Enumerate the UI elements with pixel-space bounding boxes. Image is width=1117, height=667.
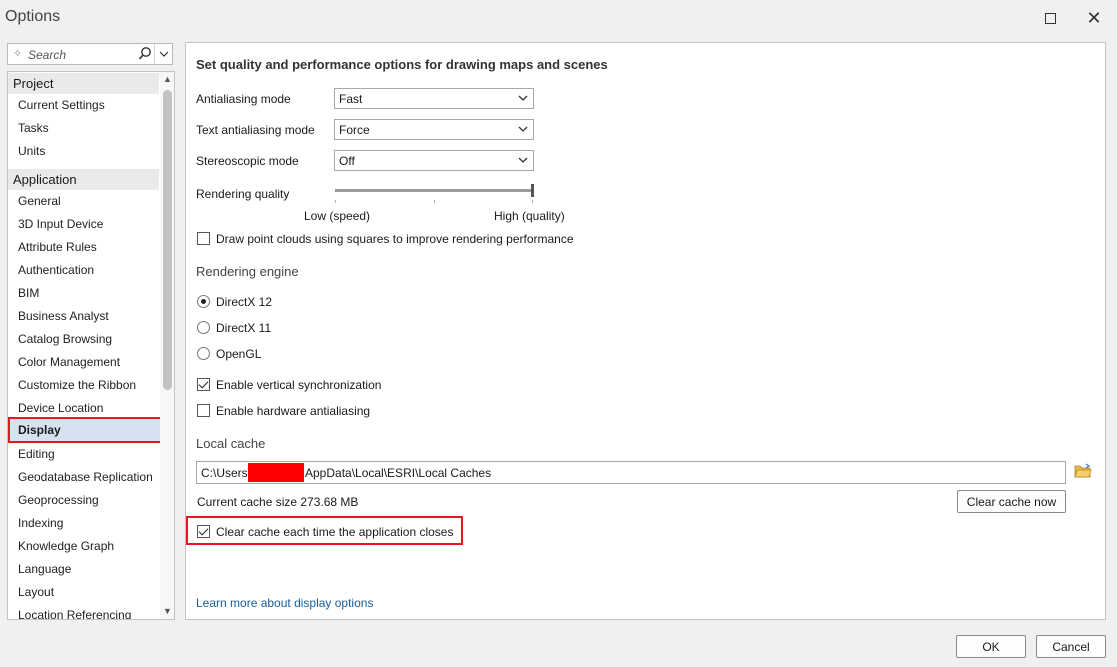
cache-path-input[interactable]: C:\Users\ AppData\Local\ESRI\Local Cache… xyxy=(196,461,1066,484)
nav-item-location-referencing[interactable]: Location Referencing xyxy=(18,608,131,619)
nav-item-device-location[interactable]: Device Location xyxy=(18,401,103,415)
search-dropdown-button[interactable] xyxy=(154,44,173,64)
search-icon[interactable] xyxy=(138,46,152,62)
cancel-button[interactable]: Cancel xyxy=(1036,635,1106,658)
nav-item-current-settings[interactable]: Current Settings xyxy=(18,98,105,112)
slider-tick xyxy=(532,200,533,203)
text-antialiasing-label: Text antialiasing mode xyxy=(196,123,315,137)
hardware-aa-checkbox[interactable] xyxy=(197,404,210,417)
rendering-quality-slider-thumb[interactable] xyxy=(531,184,534,197)
nav-item-general[interactable]: General xyxy=(18,194,61,208)
vsync-checkbox[interactable] xyxy=(197,378,210,391)
nav-item-geodatabase-replication[interactable]: Geodatabase Replication xyxy=(18,470,153,484)
nav-item-geoprocessing[interactable]: Geoprocessing xyxy=(18,493,99,507)
nav-item-tasks[interactable]: Tasks xyxy=(18,121,49,135)
search-input[interactable]: ✧ Search xyxy=(7,43,173,65)
nav-item-bim[interactable]: BIM xyxy=(18,286,39,300)
text-antialiasing-select[interactable]: Force xyxy=(334,119,534,140)
nav-scrollbar[interactable]: ▲ ▼ xyxy=(160,72,174,619)
clear-cache-on-close-checkbox[interactable] xyxy=(197,525,210,538)
text-antialiasing-value: Force xyxy=(339,123,370,137)
chevron-down-icon xyxy=(518,126,528,132)
point-clouds-label: Draw point clouds using squares to impro… xyxy=(216,232,574,246)
nav-item-customize-ribbon[interactable]: Customize the Ribbon xyxy=(18,378,136,392)
nav-item-display-label: Display xyxy=(18,423,61,437)
page-title: Set quality and performance options for … xyxy=(196,57,608,72)
maximize-button[interactable] xyxy=(1040,8,1060,28)
chevron-down-icon xyxy=(159,51,169,57)
close-button[interactable]: ✕ xyxy=(1084,8,1104,28)
nav-item-units[interactable]: Units xyxy=(18,144,45,158)
ok-button[interactable]: OK xyxy=(956,635,1026,658)
title-bar: Options ✕ xyxy=(0,0,1117,36)
slider-high-label: High (quality) xyxy=(494,209,565,223)
vsync-label: Enable vertical synchronization xyxy=(216,378,382,392)
clear-cache-on-close-label: Clear cache each time the application cl… xyxy=(216,525,454,539)
stereoscopic-label: Stereoscopic mode xyxy=(196,154,299,168)
stereoscopic-value: Off xyxy=(339,154,355,168)
local-cache-heading: Local cache xyxy=(196,436,266,451)
clear-cache-now-button[interactable]: Clear cache now xyxy=(957,490,1066,513)
scroll-thumb[interactable] xyxy=(163,90,172,390)
nav-item-layout[interactable]: Layout xyxy=(18,585,54,599)
rendering-engine-heading: Rendering engine xyxy=(196,264,299,279)
scroll-down-icon[interactable]: ▼ xyxy=(160,604,174,618)
nav-item-display[interactable]: Display xyxy=(8,417,162,443)
nav-item-indexing[interactable]: Indexing xyxy=(18,516,63,530)
nav-item-authentication[interactable]: Authentication xyxy=(18,263,94,277)
point-clouds-checkbox[interactable] xyxy=(197,232,210,245)
directx11-radio[interactable] xyxy=(197,321,210,334)
slider-tick xyxy=(335,200,336,203)
search-placeholder: Search xyxy=(28,48,67,62)
rendering-quality-label: Rendering quality xyxy=(196,187,290,201)
cache-size-text: Current cache size 273.68 MB xyxy=(197,495,359,509)
redacted-username xyxy=(248,463,304,482)
nav-group-application[interactable]: Application xyxy=(8,169,159,190)
chevron-down-icon xyxy=(518,95,528,101)
scroll-up-icon[interactable]: ▲ xyxy=(160,72,174,86)
directx11-label: DirectX 11 xyxy=(216,321,272,335)
window-title: Options xyxy=(5,8,61,25)
antialiasing-select[interactable]: Fast xyxy=(334,88,534,109)
sparkle-icon: ✧ xyxy=(13,48,23,60)
hardware-aa-label: Enable hardware antialiasing xyxy=(216,404,371,418)
nav-item-3d-input-device[interactable]: 3D Input Device xyxy=(18,217,103,231)
nav-panel: Project Current Settings Tasks Units App… xyxy=(7,71,175,620)
slider-tick xyxy=(434,200,435,203)
nav-item-color-management[interactable]: Color Management xyxy=(18,355,120,369)
opengl-label: OpenGL xyxy=(216,347,262,361)
learn-more-link[interactable]: Learn more about display options xyxy=(196,596,373,610)
chevron-down-icon xyxy=(518,157,528,163)
directx12-label: DirectX 12 xyxy=(216,295,273,309)
nav-item-catalog-browsing[interactable]: Catalog Browsing xyxy=(18,332,112,346)
folder-open-icon[interactable] xyxy=(1074,463,1092,479)
nav-item-attribute-rules[interactable]: Attribute Rules xyxy=(18,240,97,254)
maximize-icon xyxy=(1044,12,1056,24)
nav-item-language[interactable]: Language xyxy=(18,562,71,576)
nav-item-business-analyst[interactable]: Business Analyst xyxy=(18,309,109,323)
antialiasing-label: Antialiasing mode xyxy=(196,92,291,106)
stereoscopic-select[interactable]: Off xyxy=(334,150,534,171)
cache-path-suffix: AppData\Local\ESRI\Local Caches xyxy=(305,466,492,480)
nav-item-knowledge-graph[interactable]: Knowledge Graph xyxy=(18,539,114,553)
cache-path-prefix: C:\Users\ xyxy=(201,466,252,480)
nav-item-editing[interactable]: Editing xyxy=(18,447,55,461)
display-options-panel: Set quality and performance options for … xyxy=(185,42,1106,620)
close-icon: ✕ xyxy=(1086,7,1102,28)
opengl-radio[interactable] xyxy=(197,347,210,360)
nav-group-project[interactable]: Project xyxy=(8,73,159,94)
slider-low-label: Low (speed) xyxy=(304,209,371,223)
directx12-radio[interactable] xyxy=(197,295,210,308)
antialiasing-value: Fast xyxy=(339,92,363,106)
rendering-quality-slider[interactable] xyxy=(335,189,533,192)
